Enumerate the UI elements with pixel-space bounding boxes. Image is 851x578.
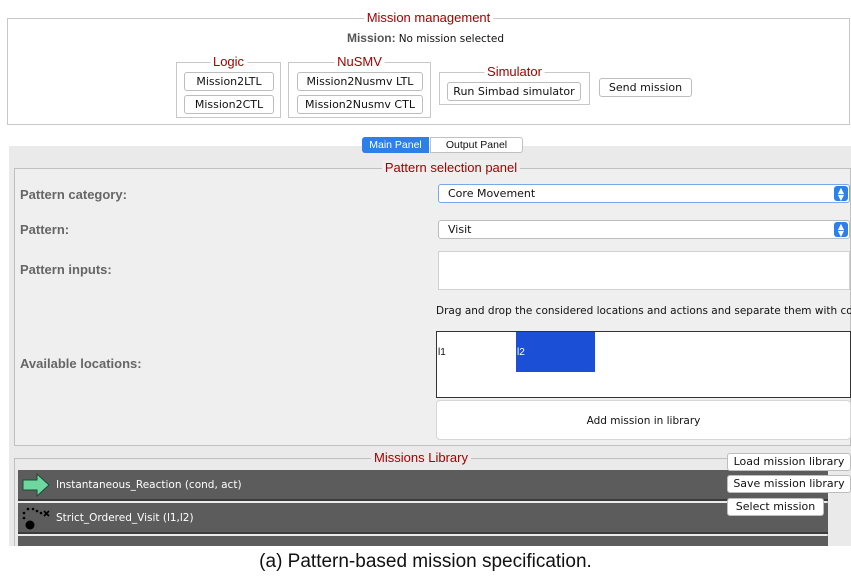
library-item[interactable]: Instantaneous_Reaction (cond, act)	[18, 470, 828, 501]
mission-status: Mission: No mission selected	[0, 31, 851, 45]
location-item[interactable]: l2	[517, 347, 525, 358]
pattern-inputs-label: Pattern inputs:	[20, 262, 112, 277]
mission2nusmv-ctl-button[interactable]: Mission2Nusmv CTL	[297, 95, 423, 114]
tab-main-panel[interactable]: Main Panel	[362, 137, 429, 153]
nusmv-legend: NuSMV	[334, 54, 385, 70]
available-locations-list[interactable]: l1 l2	[436, 331, 851, 398]
select-mission-button[interactable]: Select mission	[727, 498, 824, 516]
location-item-selected[interactable]	[516, 332, 595, 372]
mission2nusmv-ltl-button[interactable]: Mission2Nusmv LTL	[297, 72, 423, 91]
pattern-value: Visit	[448, 223, 472, 236]
mission2ctl-button[interactable]: Mission2CTL	[184, 95, 274, 114]
library-empty-row	[18, 536, 828, 546]
mission-management-legend: Mission management	[363, 10, 494, 26]
pattern-category-label: Pattern category:	[20, 187, 127, 202]
pattern-label: Pattern:	[20, 222, 70, 237]
send-mission-button[interactable]: Send mission	[599, 78, 692, 97]
pattern-selection-legend: Pattern selection panel	[381, 160, 521, 176]
green-arrow-icon	[22, 472, 50, 500]
dotted-path-icon	[20, 505, 52, 534]
library-item-label: Strict_Ordered_Visit (l1,l2)	[56, 512, 194, 524]
tab-output-panel[interactable]: Output Panel	[430, 137, 523, 153]
available-locations-label: Available locations:	[20, 356, 142, 371]
figure-caption: (a) Pattern-based mission specification.	[259, 551, 592, 572]
library-item-label: Instantaneous_Reaction (cond, act)	[56, 479, 242, 491]
save-mission-library-button[interactable]: Save mission library	[727, 475, 851, 493]
location-item[interactable]: l1	[438, 347, 446, 358]
pattern-select[interactable]: Visit ▲ ▼	[438, 220, 850, 239]
load-mission-library-button[interactable]: Load mission library	[727, 453, 851, 471]
chevron-up-down-icon: ▲ ▼	[834, 186, 848, 202]
missions-library-legend: Missions Library	[371, 450, 471, 466]
add-mission-in-library-button[interactable]: Add mission in library	[436, 400, 851, 440]
logic-legend: Logic	[209, 54, 248, 70]
simulator-legend: Simulator	[484, 64, 545, 80]
pattern-category-select[interactable]: Core Movement ▲ ▼	[438, 184, 850, 203]
run-simbad-simulator-button[interactable]: Run Simbad simulator	[447, 82, 581, 101]
mission2ltl-button[interactable]: Mission2LTL	[184, 72, 274, 91]
drag-drop-hint: Drag and drop the considered locations a…	[436, 305, 851, 317]
pattern-category-value: Core Movement	[448, 187, 536, 200]
mission-value: No mission selected	[398, 33, 505, 45]
pattern-inputs-field[interactable]	[438, 251, 850, 290]
mission-label: Mission:	[346, 31, 396, 45]
chevron-up-down-icon: ▲ ▼	[834, 222, 848, 238]
library-item[interactable]: Strict_Ordered_Visit (l1,l2)	[18, 503, 828, 534]
